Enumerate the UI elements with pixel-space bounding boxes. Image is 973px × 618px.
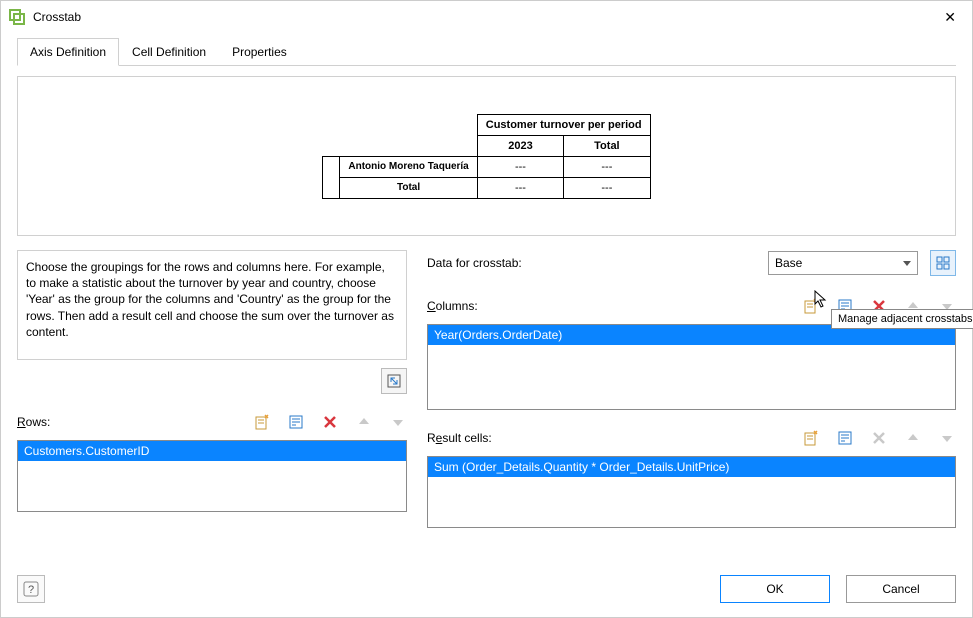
col-header: 2023 — [477, 135, 563, 156]
row-header: Antonio Moreno Taquería — [340, 156, 477, 177]
data-select[interactable]: Base — [768, 251, 918, 275]
tab-bar: Axis Definition Cell Definition Properti… — [17, 37, 956, 66]
data-cell: --- — [564, 177, 650, 198]
crosstab-table: Customer turnover per period 2023 Total … — [322, 114, 650, 199]
left-column: Choose the groupings for the rows and co… — [17, 250, 407, 528]
list-item[interactable]: Customers.CustomerID — [18, 441, 406, 461]
result-header: Result cells: — [427, 426, 956, 450]
data-select-value: Base — [775, 256, 802, 270]
result-toolbar — [802, 429, 956, 447]
new-result-button[interactable] — [802, 429, 820, 447]
right-column: Data for crosstab: Base Columns: — [427, 250, 956, 528]
row-stub — [323, 156, 340, 198]
edit-row-button[interactable] — [287, 413, 305, 431]
rows-label: Rows: — [17, 415, 50, 429]
data-cell: --- — [477, 177, 563, 198]
dialog-window: Crosstab ✕ Axis Definition Cell Definiti… — [0, 0, 973, 618]
data-cell: --- — [477, 156, 563, 177]
rows-header: Rows: — [17, 410, 407, 434]
crosstab-title: Customer turnover per period — [477, 114, 650, 135]
svg-text:?: ? — [28, 584, 34, 596]
columns-label: Columns: — [427, 299, 478, 313]
result-label: Result cells: — [427, 431, 492, 445]
tab-axis-definition[interactable]: Axis Definition — [17, 38, 119, 66]
delete-row-button[interactable] — [321, 413, 339, 431]
cancel-button[interactable]: Cancel — [846, 575, 956, 603]
tooltip: Manage adjacent crosstabs — [831, 309, 973, 329]
rows-listbox[interactable]: Customers.CustomerID — [17, 440, 407, 512]
tab-cell-definition[interactable]: Cell Definition — [119, 38, 219, 66]
move-row-up-button[interactable] — [355, 413, 373, 431]
manage-crosstabs-button[interactable] — [930, 250, 956, 276]
expand-preview-button[interactable] — [381, 368, 407, 394]
title-bar: Crosstab ✕ — [1, 1, 972, 33]
data-row: Data for crosstab: Base — [427, 250, 956, 276]
edit-result-button[interactable] — [836, 429, 854, 447]
help-button[interactable]: ? — [17, 575, 45, 603]
move-row-down-button[interactable] — [389, 413, 407, 431]
data-label: Data for crosstab: — [427, 256, 522, 270]
window-title: Crosstab — [33, 10, 936, 24]
close-button[interactable]: ✕ — [936, 5, 964, 30]
crosstab-preview: Customer turnover per period 2023 Total … — [17, 76, 956, 236]
col-header: Total — [564, 135, 650, 156]
rows-toolbar — [253, 413, 407, 431]
ok-button[interactable]: OK — [720, 575, 830, 603]
delete-result-button[interactable] — [870, 429, 888, 447]
tab-properties[interactable]: Properties — [219, 38, 300, 66]
move-result-down-button[interactable] — [938, 429, 956, 447]
row-header: Total — [340, 177, 477, 198]
description-text: Choose the groupings for the rows and co… — [17, 250, 407, 360]
app-icon — [9, 9, 25, 25]
new-row-button[interactable] — [253, 413, 271, 431]
result-listbox[interactable]: Sum (Order_Details.Quantity * Order_Deta… — [427, 456, 956, 528]
data-cell: --- — [564, 156, 650, 177]
cursor-icon — [814, 290, 828, 308]
list-item[interactable]: Sum (Order_Details.Quantity * Order_Deta… — [428, 457, 955, 477]
columns-listbox[interactable]: Year(Orders.OrderDate) — [427, 324, 956, 410]
dialog-content: Axis Definition Cell Definition Properti… — [1, 33, 972, 540]
move-result-up-button[interactable] — [904, 429, 922, 447]
dialog-footer: ? OK Cancel — [17, 575, 956, 603]
